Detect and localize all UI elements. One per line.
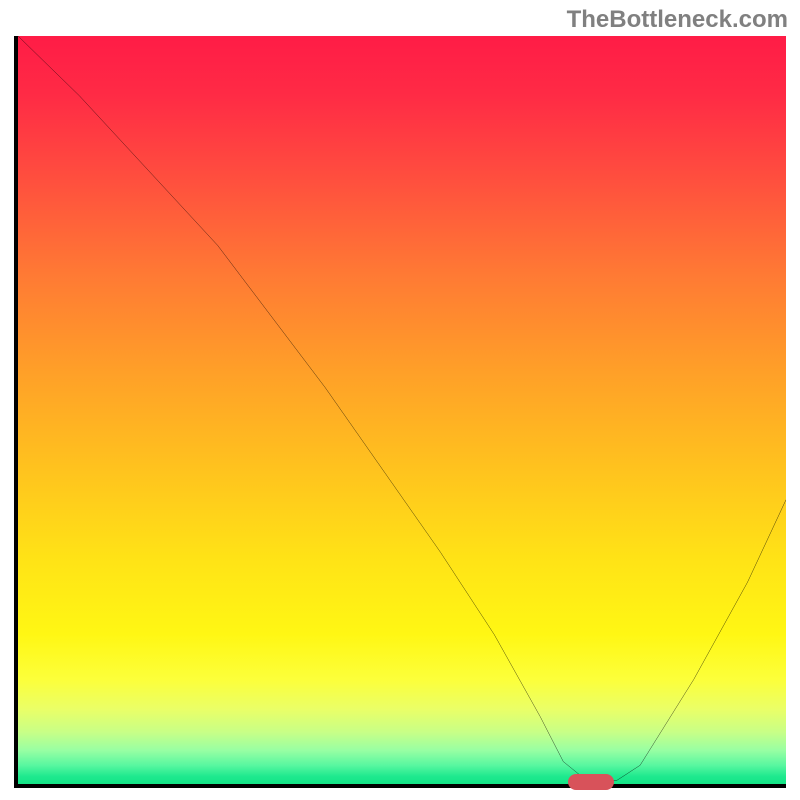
- bottleneck-chart: [14, 36, 786, 788]
- curve-path: [18, 36, 786, 780]
- bottleneck-curve: [18, 36, 786, 784]
- optimal-range-marker: [568, 774, 614, 790]
- watermark-text: TheBottleneck.com: [567, 6, 788, 34]
